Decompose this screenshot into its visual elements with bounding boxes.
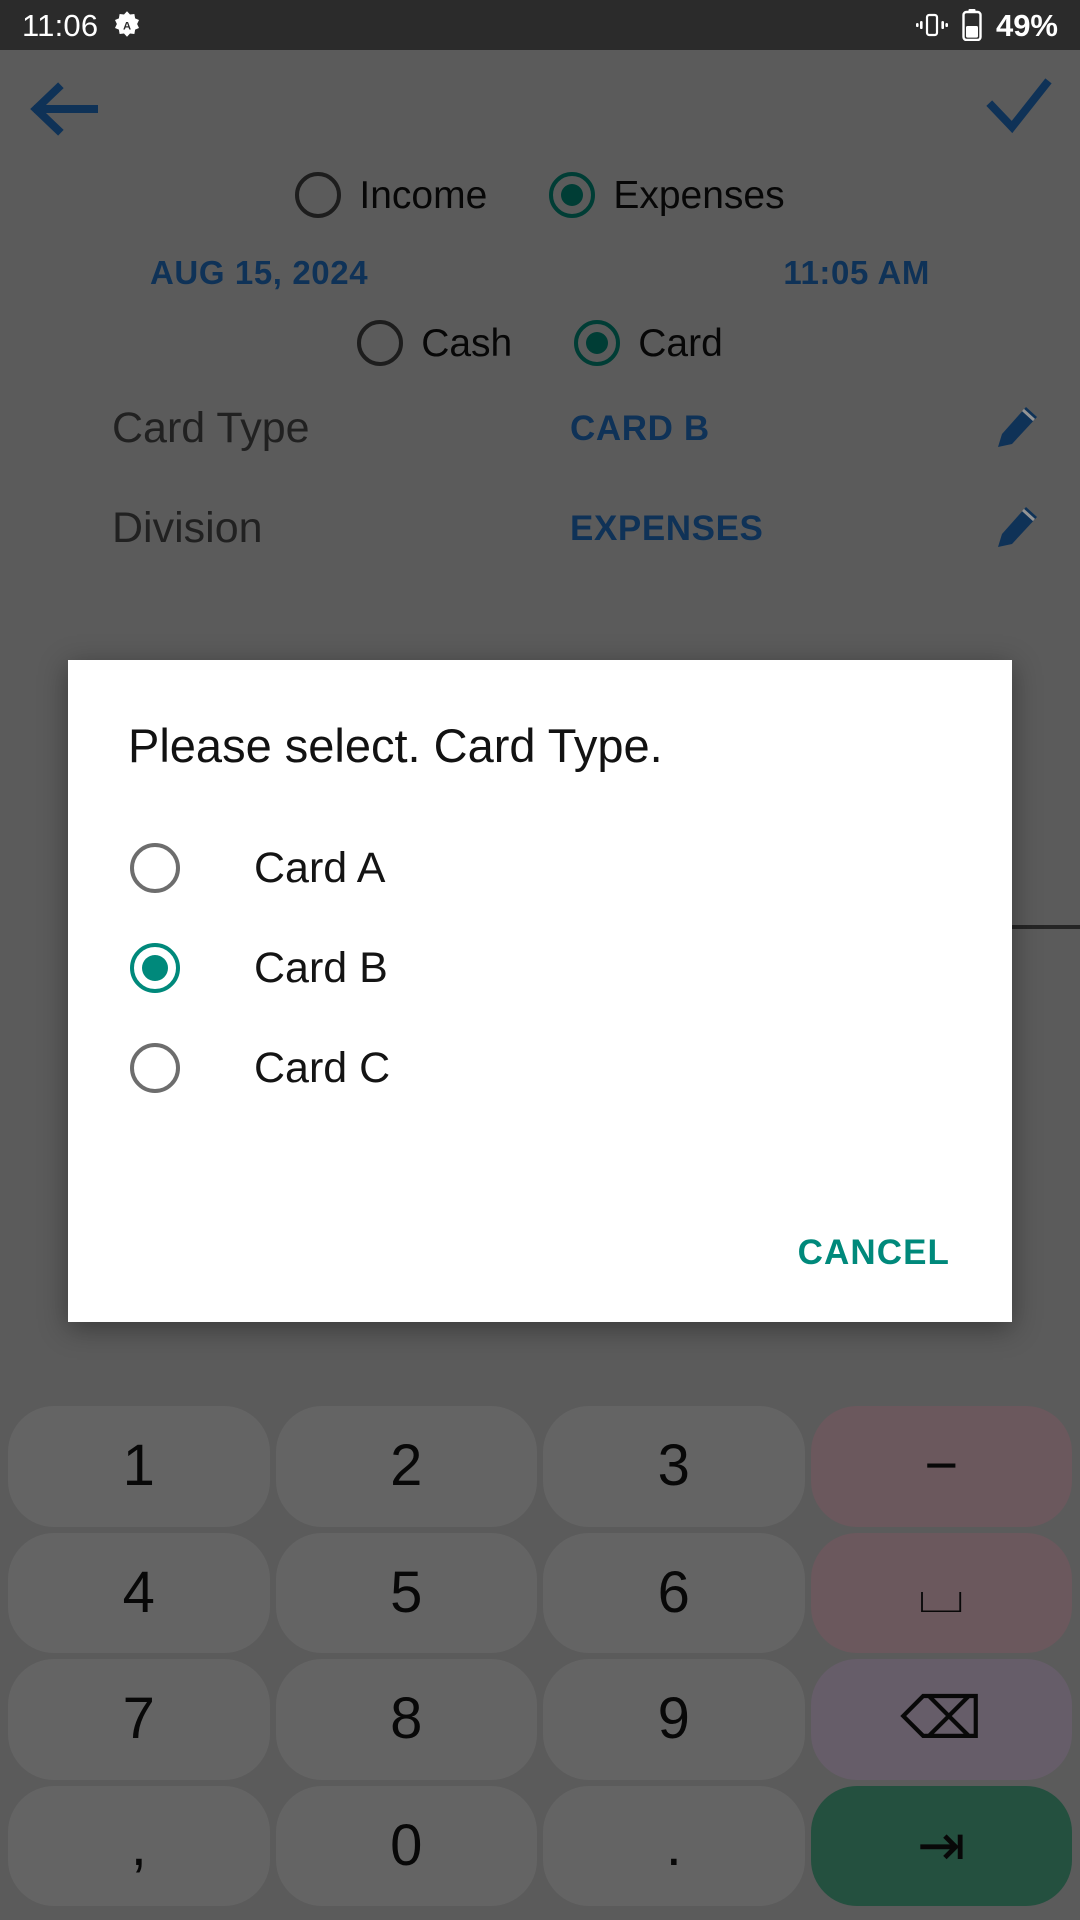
dialog-option-card-c[interactable]: Card C bbox=[68, 1018, 1012, 1118]
dialog-option-label-card-b: Card B bbox=[254, 943, 388, 992]
radio-indicator-card-b[interactable] bbox=[130, 943, 180, 993]
svg-text:A: A bbox=[123, 21, 131, 33]
dialog-radio-group: Card A Card B Card C bbox=[68, 818, 1012, 1118]
card-type-dialog: Please select. Card Type. Card A Card B … bbox=[68, 660, 1012, 1322]
dialog-option-card-a[interactable]: Card A bbox=[68, 818, 1012, 918]
battery-icon bbox=[962, 9, 982, 41]
status-clock: 11:06 bbox=[22, 7, 99, 43]
phone-screen: 11:06 A 49% Income Expenses AUG 15, 2024… bbox=[0, 0, 1080, 1920]
dialog-option-label-card-c: Card C bbox=[254, 1043, 391, 1092]
dialog-title: Please select. Card Type. bbox=[128, 719, 663, 772]
status-bar-right: 49% bbox=[915, 7, 1058, 43]
radio-indicator-card-a[interactable] bbox=[130, 843, 180, 893]
adaptive-brightness-icon: A bbox=[112, 10, 142, 40]
dialog-option-label-card-a: Card A bbox=[254, 843, 386, 892]
radio-indicator-card-c[interactable] bbox=[130, 1043, 180, 1093]
battery-percent: 49% bbox=[995, 7, 1058, 43]
dialog-option-card-b[interactable]: Card B bbox=[68, 918, 1012, 1018]
status-bar-left: 11:06 A bbox=[22, 10, 142, 41]
dialog-actions: CANCEL bbox=[794, 1227, 954, 1278]
vibrate-icon bbox=[915, 11, 948, 39]
cancel-button[interactable]: CANCEL bbox=[794, 1227, 954, 1278]
status-bar: 11:06 A 49% bbox=[0, 0, 1080, 50]
